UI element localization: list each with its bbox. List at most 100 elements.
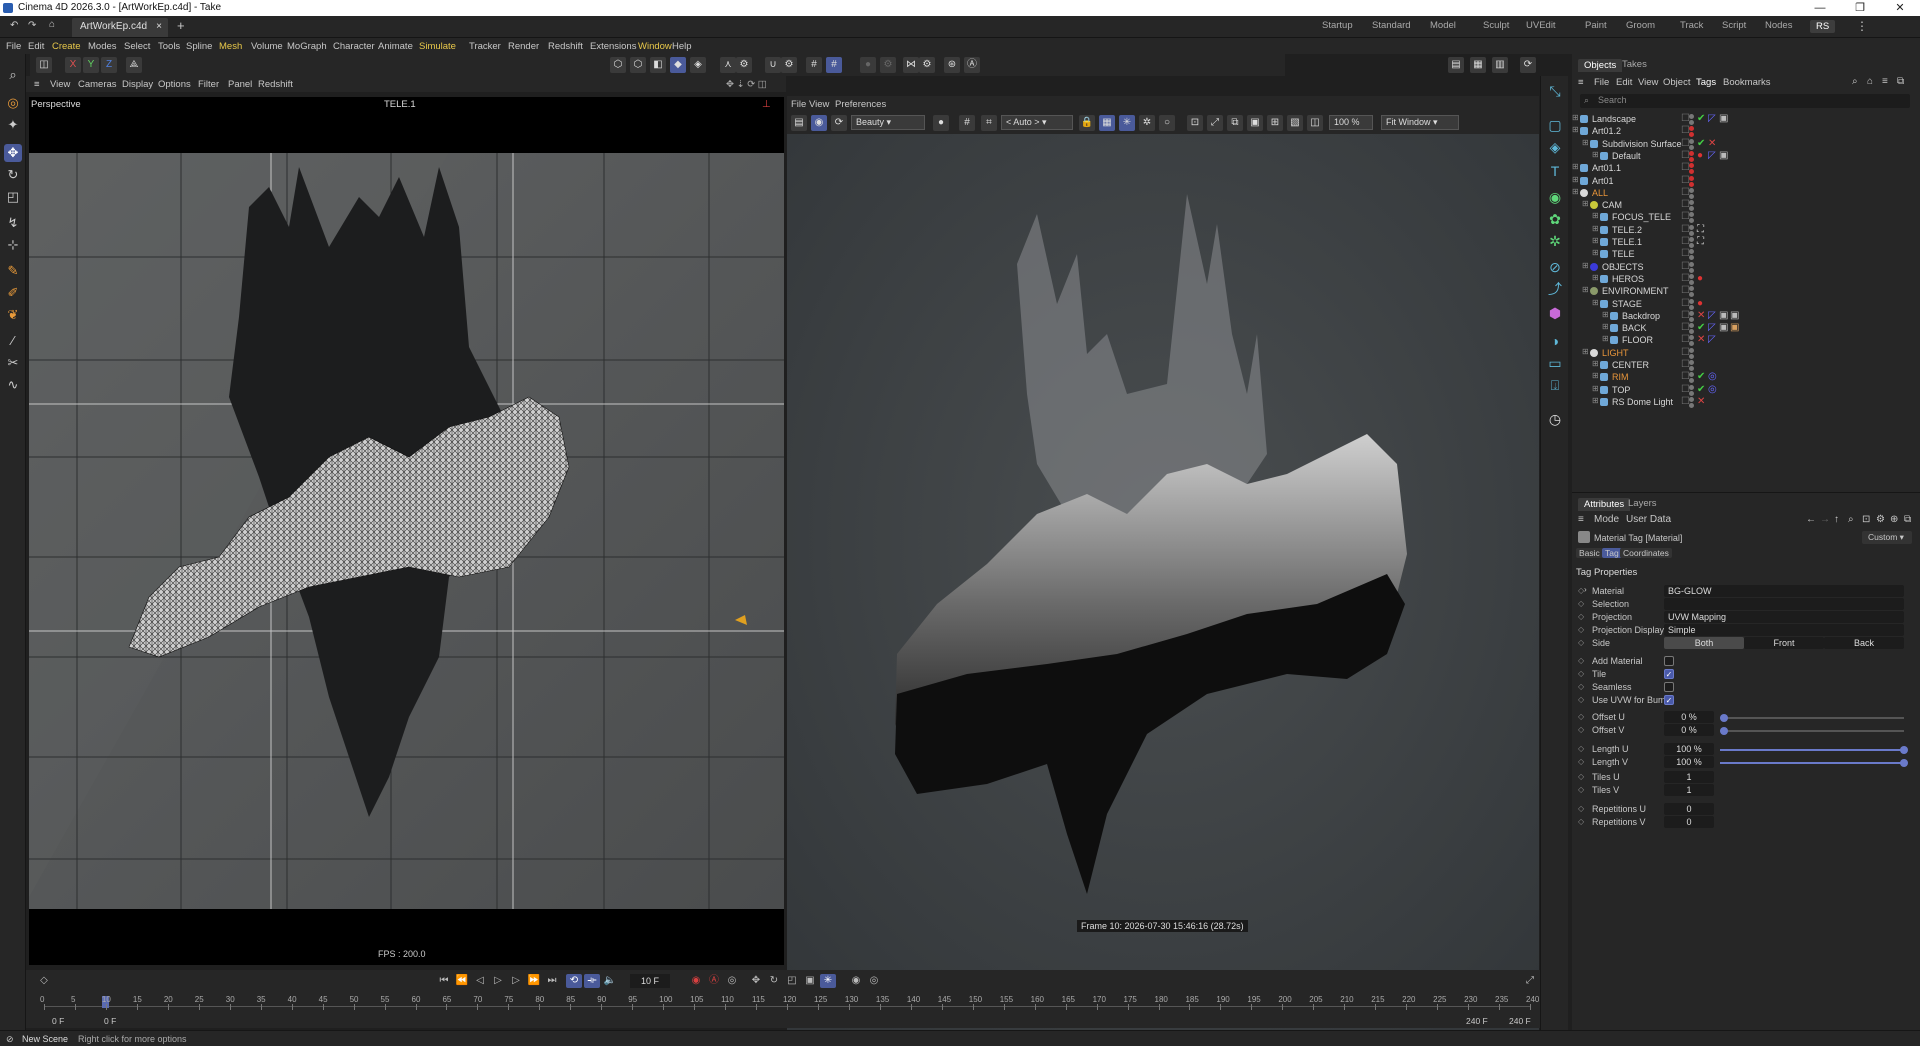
refresh-icon[interactable]: ⟳: [1520, 57, 1536, 73]
refresh-render-icon[interactable]: ⟳: [831, 115, 847, 131]
objects-menu-bookmarks[interactable]: Bookmarks: [1723, 77, 1771, 88]
editor-visibility-dot[interactable]: [1689, 237, 1694, 242]
up-arrow-icon[interactable]: ↑: [1834, 514, 1839, 525]
expand-icon[interactable]: ⊞: [1582, 285, 1589, 294]
viewport-menu-panel[interactable]: Panel: [228, 79, 252, 90]
expand-icon[interactable]: ⊞: [1592, 371, 1599, 380]
add-icon[interactable]: ⊕: [1890, 514, 1898, 525]
object-tag-icon[interactable]: ●: [1697, 150, 1703, 161]
editor-visibility-dot[interactable]: [1689, 200, 1694, 206]
menu-spline[interactable]: Spline: [186, 41, 212, 52]
subtab-tag[interactable]: Tag: [1602, 548, 1622, 558]
render-queue-icon[interactable]: ▥: [1492, 57, 1508, 73]
attributes-panel-menu-icon[interactable]: ≡: [1578, 514, 1584, 525]
motion-record-icon[interactable]: ◉: [848, 974, 864, 988]
objects-menu-view[interactable]: View: [1638, 77, 1658, 88]
objects-tab-objects[interactable]: Objects: [1578, 59, 1623, 72]
clapperboard-icon[interactable]: ▤: [791, 115, 807, 131]
render-region-icon[interactable]: ●: [860, 57, 876, 73]
viewport-menu-filter[interactable]: Filter: [198, 79, 219, 90]
close-tab-icon[interactable]: ×: [156, 21, 162, 32]
object-tag-icon[interactable]: ◸: [1708, 113, 1716, 124]
expand-icon[interactable]: ⊞: [1582, 199, 1589, 208]
script-icon[interactable]: ◷: [1546, 410, 1564, 428]
range-icon[interactable]: ⟛: [584, 974, 600, 988]
attr-row-add-material[interactable]: ◇ Add Material: [1572, 655, 1920, 669]
undo-icon[interactable]: ↶: [10, 20, 18, 31]
value-field-offset-u[interactable]: 0 %: [1664, 711, 1714, 723]
editor-visibility-dot[interactable]: [1689, 286, 1694, 292]
scale-tool-icon[interactable]: ◰: [4, 188, 22, 206]
rotation-key-icon[interactable]: ↻: [766, 974, 782, 988]
editor-visibility-dot[interactable]: [1689, 249, 1694, 255]
edges-mode-icon[interactable]: ⬡: [630, 57, 646, 73]
mode-menu[interactable]: Mode: [1594, 514, 1619, 525]
expand-icon[interactable]: ⤢: [1207, 115, 1223, 131]
attr-row-selection[interactable]: ◇ Selection: [1572, 598, 1920, 612]
checkbox-tile[interactable]: ✓: [1664, 669, 1674, 679]
slider-track[interactable]: [1720, 730, 1904, 732]
zoom-tool-icon[interactable]: ⌕: [4, 66, 22, 84]
animate-diamond-icon[interactable]: ◇: [1578, 625, 1584, 634]
animate-diamond-icon[interactable]: ◇: [1578, 599, 1584, 608]
menu-modes[interactable]: Modes: [88, 41, 117, 52]
render-view-icon[interactable]: ▤: [1448, 57, 1464, 73]
scale-key-icon[interactable]: ◰: [784, 974, 800, 988]
timeline-expand-icon[interactable]: ⤢: [1522, 974, 1538, 988]
magnet-icon[interactable]: ∪: [765, 57, 781, 73]
render-visibility-dot[interactable]: [1689, 402, 1694, 408]
preset-dropdown[interactable]: Custom ▾: [1862, 531, 1912, 544]
menu-tools[interactable]: Tools: [158, 41, 180, 52]
render-view-menu-file[interactable]: File: [791, 99, 806, 110]
deformer-icon[interactable]: ⊘: [1546, 258, 1564, 276]
objects-panel-menu-icon[interactable]: ≡: [1578, 77, 1584, 88]
autokey-icon[interactable]: Ⓐ: [706, 974, 722, 988]
settings-icon[interactable]: ⚙: [1876, 514, 1885, 525]
viewport-panel-icon[interactable]: ≡: [34, 79, 40, 90]
layout-tab-track[interactable]: Track: [1680, 20, 1703, 31]
menu-help[interactable]: Help: [672, 41, 692, 52]
editor-visibility-dot[interactable]: [1689, 212, 1694, 218]
viewport-menu-redshift[interactable]: Redshift: [258, 79, 293, 90]
attributes-tab-attributes[interactable]: Attributes: [1578, 498, 1631, 511]
editor-visibility-dot[interactable]: [1689, 360, 1694, 365]
editor-visibility-dot[interactable]: [1689, 150, 1694, 156]
slider-track[interactable]: [1720, 762, 1904, 764]
expand-icon[interactable]: ›: [1584, 585, 1587, 594]
color-channel-icon[interactable]: ●: [933, 115, 949, 131]
snapshot-icon[interactable]: ▣: [1247, 115, 1263, 131]
symmetry-icon[interactable]: ⋈: [903, 57, 919, 73]
object-tag-icon[interactable]: ●: [1697, 273, 1703, 284]
viewport-nav-icons[interactable]: ✥ ⇣ ⟳ ◫: [726, 79, 767, 90]
select-tool-icon[interactable]: ◎: [4, 94, 22, 112]
redshift-render-icon[interactable]: Ⓐ: [964, 57, 980, 73]
menu-mograph[interactable]: MoGraph: [287, 41, 327, 52]
sound-icon[interactable]: 🔈: [602, 974, 618, 988]
text-object-icon[interactable]: T: [1546, 162, 1564, 180]
object-tag-icon[interactable]: ▣: [1719, 310, 1728, 321]
object-tag-icon[interactable]: ◎: [1708, 371, 1717, 382]
expand-icon[interactable]: ⊞: [1572, 175, 1579, 184]
attr-row-projection-display[interactable]: ◇ Projection Display Simple: [1572, 624, 1920, 638]
effector-icon[interactable]: ✲: [1546, 232, 1564, 250]
expand-icon[interactable]: ⊞: [1592, 396, 1599, 405]
expand-icon[interactable]: ⊞: [1582, 347, 1589, 356]
home-icon[interactable]: ⌂: [49, 19, 55, 30]
objects-tab-takes[interactable]: Takes: [1622, 59, 1647, 70]
back-arrow-icon[interactable]: ←: [1806, 514, 1816, 525]
subtab-coordinates[interactable]: Coordinates: [1620, 548, 1672, 558]
crop-icon[interactable]: ⌗: [981, 115, 997, 131]
slider-knob[interactable]: [1720, 727, 1728, 735]
knife-tool-icon[interactable]: ✂: [4, 354, 22, 372]
compare-icon[interactable]: ⧉: [1227, 115, 1243, 131]
editor-visibility-dot[interactable]: [1689, 187, 1694, 193]
expand-icon[interactable]: ⊞: [1572, 162, 1579, 171]
checkbox-use-uvw[interactable]: ✓: [1664, 695, 1674, 705]
attr-row-tiles-u[interactable]: ◇ Tiles U 1: [1572, 771, 1920, 785]
menu-tracker[interactable]: Tracker: [469, 41, 501, 52]
attributes-tab-layers[interactable]: Layers: [1628, 498, 1657, 509]
search-icon[interactable]: ⌕: [1852, 76, 1858, 87]
prev-key-icon[interactable]: ⏪: [454, 974, 470, 988]
save-image-icon[interactable]: ▧: [1287, 115, 1303, 131]
current-frame-field[interactable]: 10 F: [630, 974, 670, 988]
